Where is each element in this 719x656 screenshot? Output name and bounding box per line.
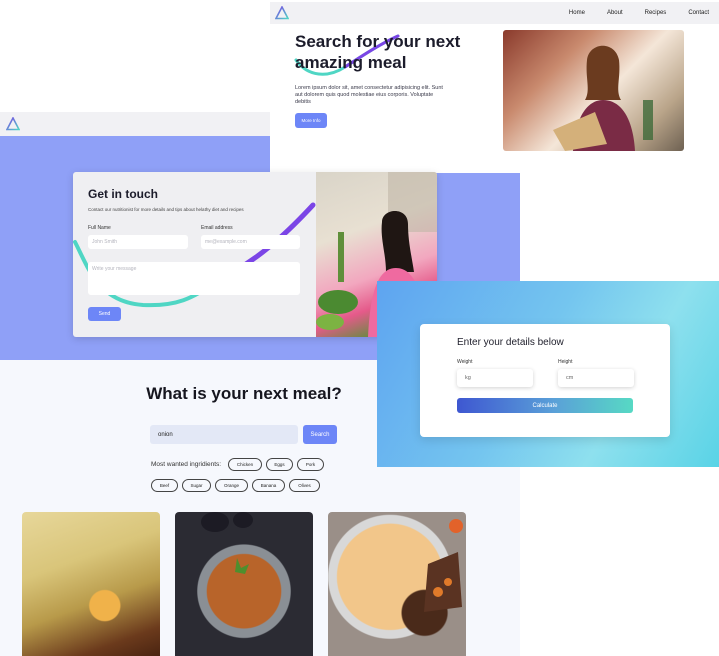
email-label: Email address (201, 225, 233, 231)
calculator-page: Enter your details below Weight kg Heigh… (377, 281, 719, 467)
logo-icon[interactable] (275, 6, 289, 20)
send-button[interactable]: Send (88, 307, 121, 321)
hero-page: Home About Recipes Contact Search for yo… (270, 2, 719, 167)
recipe-card-image-curry[interactable] (175, 512, 313, 656)
nav-link-about[interactable]: About (607, 10, 623, 16)
full-name-input[interactable]: John Smith (88, 235, 188, 249)
more-info-button[interactable]: More Info (295, 113, 327, 128)
contact-title: Get in touch (88, 187, 158, 201)
nav-link-home[interactable]: Home (569, 10, 585, 16)
message-textarea[interactable]: Write your message (88, 262, 300, 295)
pie-illustration (424, 519, 463, 612)
ingredient-chip-orange[interactable]: Orange (215, 479, 248, 492)
full-name-label: Full Name (88, 225, 111, 231)
hero-lead-text: Lorem ipsum dolor sit, amet consectetur … (295, 85, 443, 105)
woman-reading-menu-illustration (553, 45, 653, 151)
ingredient-chip-pork[interactable]: Pork (297, 458, 324, 471)
ingredient-chip-beef[interactable]: Beef (151, 479, 178, 492)
curry-bowl-illustration (201, 512, 253, 574)
logo-icon[interactable] (6, 117, 20, 131)
ingredient-chip-banana[interactable]: Banana (252, 479, 285, 492)
contact-description: Contact our nutritionist for more detail… (88, 207, 244, 212)
ingredient-chip-eggs[interactable]: Eggs (266, 458, 293, 471)
height-label: Height (558, 359, 573, 365)
woman-reading-menu-image (503, 30, 684, 151)
weight-label: Weight (457, 359, 473, 365)
nav-link-contact[interactable]: Contact (688, 10, 709, 16)
calculate-button[interactable]: Calculate (457, 398, 633, 413)
hero-headline: Search for your next amazing meal (295, 32, 461, 72)
nav-links: Home About Recipes Contact (569, 2, 709, 24)
calculator-title: Enter your details below (457, 337, 564, 348)
hero-navbar: Home About Recipes Contact (270, 2, 719, 24)
contact-page-navbar (0, 112, 270, 136)
ingredient-chip-chicken[interactable]: Chicken (228, 458, 262, 471)
calculator-card: Enter your details below Weight kg Heigh… (420, 324, 670, 437)
ingredient-chip-olives[interactable]: Olives (289, 479, 320, 492)
height-input[interactable]: cm (558, 369, 634, 387)
search-button[interactable]: Search (303, 425, 337, 444)
weight-input[interactable]: kg (457, 369, 533, 387)
nav-link-recipes[interactable]: Recipes (645, 10, 667, 16)
ingredient-chip-sugar[interactable]: Sugar (182, 479, 211, 492)
recipe-card-image-pie[interactable] (328, 512, 466, 656)
search-input[interactable]: onion (150, 425, 298, 444)
recipe-card-image-frittata[interactable] (22, 512, 160, 656)
ingredients-label: Most wanted ingridients: (151, 461, 222, 468)
email-input[interactable]: me@example.com (201, 235, 300, 249)
